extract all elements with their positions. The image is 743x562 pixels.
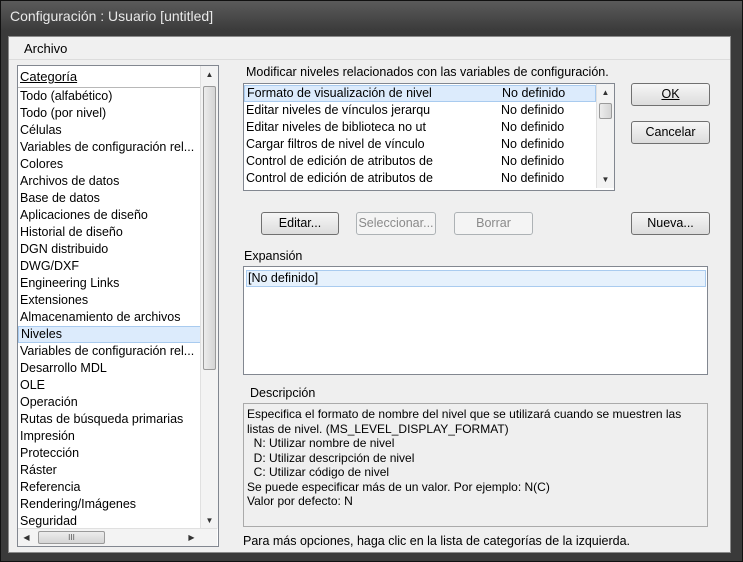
level-value: No definido — [501, 103, 565, 117]
level-value: No definido — [502, 86, 566, 100]
level-row[interactable]: Control de edición de atributos de No def… — [244, 170, 594, 187]
scroll-right-icon[interactable]: ▶ — [183, 529, 200, 546]
level-value: No definido — [501, 120, 565, 134]
cancel-button[interactable]: Cancelar — [631, 121, 710, 144]
category-item[interactable]: Referencia — [18, 479, 200, 496]
category-header: Categoría — [20, 69, 78, 84]
category-item[interactable]: Rendering/Imágenes — [18, 496, 200, 513]
category-item[interactable]: Células — [18, 122, 200, 139]
ok-label: OK — [661, 87, 680, 101]
level-name: Editar niveles de biblioteca no ut — [246, 120, 426, 134]
category-item[interactable]: Impresión — [18, 428, 200, 445]
levels-scroll-thumb[interactable] — [599, 103, 612, 119]
level-name: Formato de visualización de nivel — [247, 86, 432, 100]
category-item[interactable]: Base de datos — [18, 190, 200, 207]
level-value: No definido — [501, 154, 565, 168]
scroll-left-icon[interactable]: ◀ — [18, 529, 35, 546]
edit-button[interactable]: Editar... — [261, 212, 339, 235]
category-item[interactable]: Rutas de búsqueda primarias — [18, 411, 200, 428]
category-item[interactable]: Historial de diseño — [18, 224, 200, 241]
category-item[interactable]: Almacenamiento de archivos — [18, 309, 200, 326]
description-box: Especifica el formato de nombre del nive… — [243, 403, 708, 527]
level-name: Control de edición de atributos de — [246, 154, 433, 168]
category-item[interactable]: Engineering Links — [18, 275, 200, 292]
category-item[interactable]: Aplicaciones de diseño — [18, 207, 200, 224]
menu-archivo[interactable]: Archivo — [24, 41, 67, 56]
scroll-down-icon[interactable]: ▼ — [597, 171, 614, 188]
category-item[interactable]: Protección — [18, 445, 200, 462]
levels-caption: Modificar niveles relacionados con las v… — [246, 65, 609, 79]
select-button[interactable]: Seleccionar... — [356, 212, 436, 235]
levels-list[interactable]: Formato de visualización de nivel No defi… — [243, 83, 615, 191]
category-hscroll-thumb[interactable]: III — [38, 531, 105, 544]
category-item[interactable]: Todo (alfabético) — [18, 88, 200, 105]
category-item[interactable]: Operación — [18, 394, 200, 411]
category-item[interactable]: DGN distribuido — [18, 241, 200, 258]
category-item[interactable]: Niveles — [18, 326, 202, 343]
new-button[interactable]: Nueva... — [631, 212, 710, 235]
category-item[interactable]: Variables de configuración rel... — [18, 343, 200, 360]
scroll-up-icon[interactable]: ▲ — [201, 66, 218, 83]
dialog-body: Archivo Categoría Todo (alfabético) Todo … — [8, 36, 731, 553]
category-items: Todo (alfabético) Todo (por nivel) Células… — [18, 87, 202, 530]
title-bar[interactable]: Configuración : Usuario [untitled] — [1, 1, 742, 31]
level-value: No definido — [501, 137, 565, 151]
category-item[interactable]: Extensiones — [18, 292, 200, 309]
category-item[interactable]: Todo (por nivel) — [18, 105, 200, 122]
levels-vertical-scrollbar[interactable]: ▲ ▼ — [596, 84, 614, 188]
category-scroll-thumb[interactable] — [203, 86, 216, 370]
level-row[interactable]: Editar niveles de biblioteca no ut No def… — [244, 119, 594, 136]
delete-button[interactable]: Borrar — [454, 212, 533, 235]
category-item[interactable]: Archivos de datos — [18, 173, 200, 190]
level-row[interactable]: Control de edición de atributos de No def… — [244, 153, 594, 170]
window-title: Configuración : Usuario [untitled] — [10, 8, 214, 24]
level-row[interactable]: Formato de visualización de nivel No defi… — [244, 85, 596, 102]
category-item[interactable]: Variables de configuración rel... — [18, 139, 200, 156]
expansion-value[interactable]: [No definido] — [246, 270, 706, 287]
scroll-up-icon[interactable]: ▲ — [597, 84, 614, 101]
description-label: Descripción — [250, 386, 316, 400]
expansion-label: Expansión — [244, 249, 303, 263]
level-row[interactable]: Cargar filtros de nivel de vínculo No def… — [244, 136, 594, 153]
ok-button[interactable]: OK — [631, 83, 710, 106]
level-row[interactable]: Editar niveles de vínculos jerarqu No def… — [244, 102, 594, 119]
level-name: Control de edición de atributos de — [246, 171, 433, 185]
config-dialog: Configuración : Usuario [untitled] Archi… — [0, 0, 743, 562]
level-name: Editar niveles de vínculos jerarqu — [246, 103, 431, 117]
level-value: No definido — [501, 171, 565, 185]
description-text: Especifica el formato de nombre del nive… — [247, 407, 682, 508]
menu-bar: Archivo — [9, 37, 730, 60]
level-name: Cargar filtros de nivel de vínculo — [246, 137, 425, 151]
category-vertical-scrollbar[interactable]: ▲ ▼ — [200, 66, 218, 529]
category-list[interactable]: Categoría Todo (alfabético) Todo (por niv… — [17, 65, 219, 547]
category-item[interactable]: Colores — [18, 156, 200, 173]
expansion-field[interactable]: [No definido] — [243, 266, 708, 375]
category-item[interactable]: Desarrollo MDL — [18, 360, 200, 377]
scroll-down-icon[interactable]: ▼ — [201, 512, 218, 529]
category-item[interactable]: OLE — [18, 377, 200, 394]
category-item[interactable]: Ráster — [18, 462, 200, 479]
category-item[interactable]: DWG/DXF — [18, 258, 200, 275]
category-horizontal-scrollbar[interactable]: ◀ III ▶ — [18, 528, 217, 546]
footer-hint: Para más opciones, haga clic en la lista… — [243, 534, 631, 548]
